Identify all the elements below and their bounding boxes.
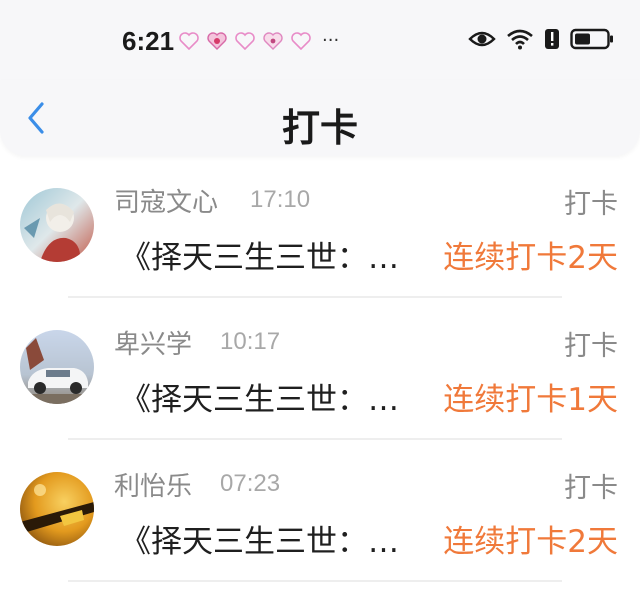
more-notifications-indicator: ···	[322, 30, 340, 51]
checkin-action-label: 打卡	[564, 331, 618, 362]
book-title: 《择天三生三世：…	[120, 382, 399, 418]
alert-icon	[544, 28, 560, 54]
checkin-row[interactable]: 司寇文心 17:10 打卡 《择天三生三世：… 连续打卡2天	[0, 166, 640, 308]
page-title: 打卡	[281, 106, 358, 150]
checkin-time: 17:10	[250, 186, 311, 213]
book-title: 《择天三生三世：…	[120, 524, 399, 560]
avatar[interactable]	[20, 472, 94, 546]
checkin-row[interactable]: 卑兴学 10:17 打卡 《择天三生三世：… 连续打卡1天	[0, 308, 640, 450]
checkin-time: 07:23	[220, 470, 281, 497]
streak-text: 连续打卡2天	[443, 524, 618, 560]
avatar[interactable]	[20, 330, 94, 404]
streak-text: 连续打卡2天	[443, 240, 618, 276]
heart-notification-icon	[262, 30, 284, 52]
checkin-action-label: 打卡	[564, 473, 618, 504]
checkin-action-label: 打卡	[564, 189, 618, 220]
book-title: 《择天三生三世：…	[120, 240, 399, 276]
system-icons	[468, 28, 614, 54]
heart-notification-icon	[290, 30, 312, 52]
user-name: 利怡乐	[114, 472, 193, 502]
header: 打卡	[0, 80, 640, 156]
streak-text: 连续打卡1天	[443, 382, 618, 418]
eye-icon	[468, 29, 496, 53]
user-name: 司寇文心	[114, 188, 219, 218]
divider	[68, 296, 562, 298]
status-bar: 6:21 ···	[0, 0, 640, 80]
status-time: 6:21	[122, 26, 175, 56]
checkin-time: 10:17	[220, 328, 281, 355]
wifi-icon	[506, 28, 534, 54]
divider	[68, 580, 562, 582]
checkin-list: 司寇文心 17:10 打卡 《择天三生三世：… 连续打卡2天 卑兴学 10:17…	[0, 166, 640, 592]
checkin-row[interactable]: 利怡乐 07:23 打卡 《择天三生三世：… 连续打卡2天	[0, 450, 640, 592]
avatar[interactable]	[20, 188, 94, 262]
notification-icons: ···	[178, 30, 339, 52]
user-name: 卑兴学	[114, 330, 193, 360]
heart-notification-icon	[206, 30, 228, 52]
battery-icon	[570, 28, 614, 54]
heart-notification-icon	[234, 30, 256, 52]
divider	[68, 438, 562, 440]
heart-notification-icon	[178, 30, 200, 52]
